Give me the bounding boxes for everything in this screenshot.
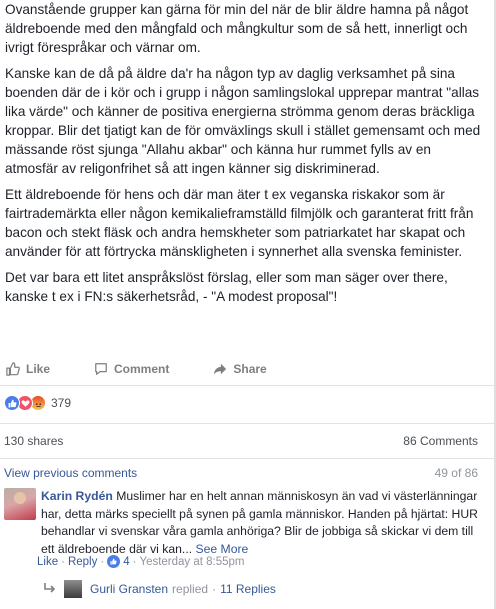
post-paragraph: Det var bara ett litet anspråkslöst förs… (5, 270, 448, 304)
view-previous-comments-link[interactable]: View previous comments (4, 466, 137, 480)
reply-author-link[interactable]: Gurli Gransten (90, 582, 168, 596)
like-button[interactable]: Like (6, 362, 50, 376)
comment-label: Comment (114, 362, 170, 376)
comments-count-link[interactable]: 86 Comments (403, 434, 478, 448)
avatar[interactable] (4, 488, 36, 520)
post-paragraph: Kanske kan de då på äldre da'r ha någon … (5, 66, 481, 176)
post-stats: 130 shares 86 Comments (0, 434, 496, 452)
shares-count-link[interactable]: 130 shares (4, 434, 63, 448)
comment-reply-link[interactable]: Reply (68, 556, 97, 568)
post-paragraph: Ovanstående grupper kan gärna för min de… (5, 2, 469, 55)
reaction-count: 379 (51, 396, 72, 410)
share-label: Share (233, 362, 267, 376)
comment-meta: Like · Reply · 4 · Yesterday at 8:55pm (37, 555, 245, 568)
replies-summary[interactable]: Gurli Gransten replied · 11 Replies (44, 580, 276, 598)
see-more-link[interactable]: See More (195, 542, 248, 556)
comments-navigation: View previous comments 49 of 86 (0, 466, 496, 484)
post-paragraph: Ett äldreboende för hens och där man äte… (5, 187, 474, 259)
divider (0, 423, 494, 424)
share-button[interactable]: Share (213, 362, 267, 376)
post-action-bar: Like Comment Share (0, 358, 496, 380)
reactions-summary[interactable]: 379 (4, 392, 71, 414)
replies-count-link[interactable]: 11 Replies (220, 582, 276, 596)
thumbs-up-icon (107, 555, 121, 568)
comments-position: 49 of 86 (434, 466, 478, 480)
divider (0, 458, 494, 459)
post-body: Ovanstående grupper kan gärna för min de… (0, 0, 496, 313)
avatar[interactable] (64, 580, 82, 598)
thumbs-up-icon (6, 362, 20, 376)
comment-like-count[interactable]: 4 (123, 556, 129, 568)
divider (0, 385, 494, 386)
comment-like-link[interactable]: Like (37, 556, 58, 568)
comment-button[interactable]: Comment (94, 362, 169, 376)
like-reaction-icon (4, 395, 20, 411)
reply-arrow-icon (44, 582, 56, 596)
share-icon (214, 363, 227, 375)
comment-icon (95, 363, 107, 375)
reply-verb: replied (172, 582, 209, 596)
like-label: Like (26, 362, 51, 376)
comment-body: Karin Rydén Muslimer har en helt annan m… (41, 488, 489, 558)
comment-timestamp[interactable]: Yesterday at 8:55pm (139, 556, 244, 568)
comment-author-link[interactable]: Karin Rydén (41, 489, 113, 503)
